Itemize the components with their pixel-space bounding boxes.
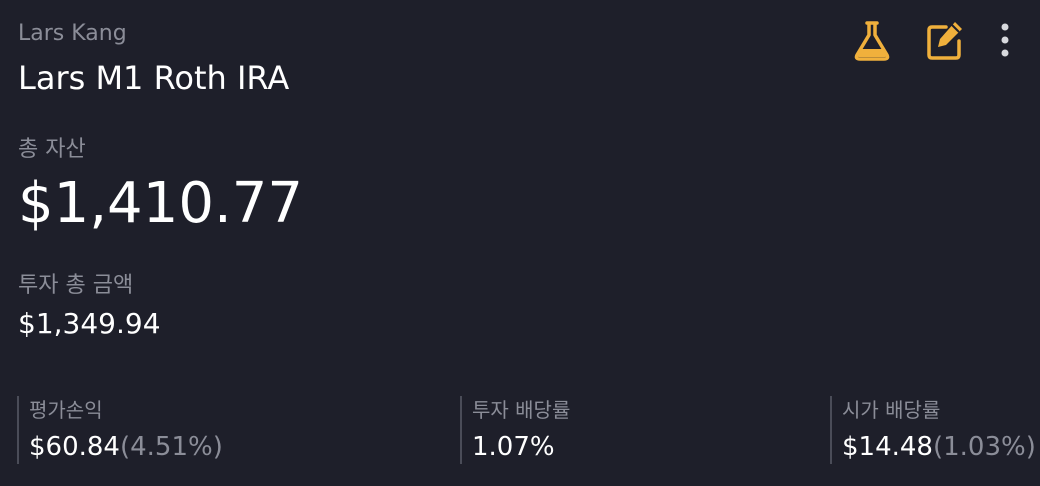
metric-percent: (1.03%) xyxy=(932,432,1036,462)
total-assets-value: $1,410.77 xyxy=(18,171,304,236)
metric-label: 투자 배당률 xyxy=(472,398,571,422)
edit-button[interactable] xyxy=(922,18,966,62)
metric-amount: $14.48 xyxy=(842,432,933,462)
total-invested-value: $1,349.94 xyxy=(18,307,161,340)
metric-market-yield: 시가 배당률 $14.48(1.03%) xyxy=(830,396,1036,464)
metric-label: 평가손익 xyxy=(29,398,103,422)
flask-button[interactable] xyxy=(850,18,894,62)
metric-value: 1.07% xyxy=(472,432,570,462)
edit-icon xyxy=(927,22,962,60)
more-vertical-icon xyxy=(1001,23,1009,57)
metric-unrealized-pl: 평가손익 $60.84(4.51%) xyxy=(17,396,223,464)
more-button[interactable] xyxy=(994,18,1016,62)
metrics-row: 평가손익 $60.84(4.51%) 투자 배당률 1.07% 시가 배당률 $… xyxy=(0,396,1040,466)
flask-icon xyxy=(854,21,890,61)
metric-investment-yield: 투자 배당률 1.07% xyxy=(460,396,570,464)
metric-value: $14.48(1.03%) xyxy=(842,432,1036,462)
metric-percent: (4.51%) xyxy=(119,432,223,462)
metric-value: $60.84(4.51%) xyxy=(29,432,223,462)
metric-amount: 1.07% xyxy=(472,432,555,462)
metric-label: 시가 배당률 xyxy=(842,398,941,422)
owner-name: Lars Kang xyxy=(18,21,127,46)
metric-amount: $60.84 xyxy=(29,432,120,462)
total-assets-label: 총 자산 xyxy=(18,137,86,162)
toolbar xyxy=(850,18,1016,62)
total-invested-label: 투자 총 금액 xyxy=(18,273,134,298)
account-title: Lars M1 Roth IRA xyxy=(18,59,290,97)
